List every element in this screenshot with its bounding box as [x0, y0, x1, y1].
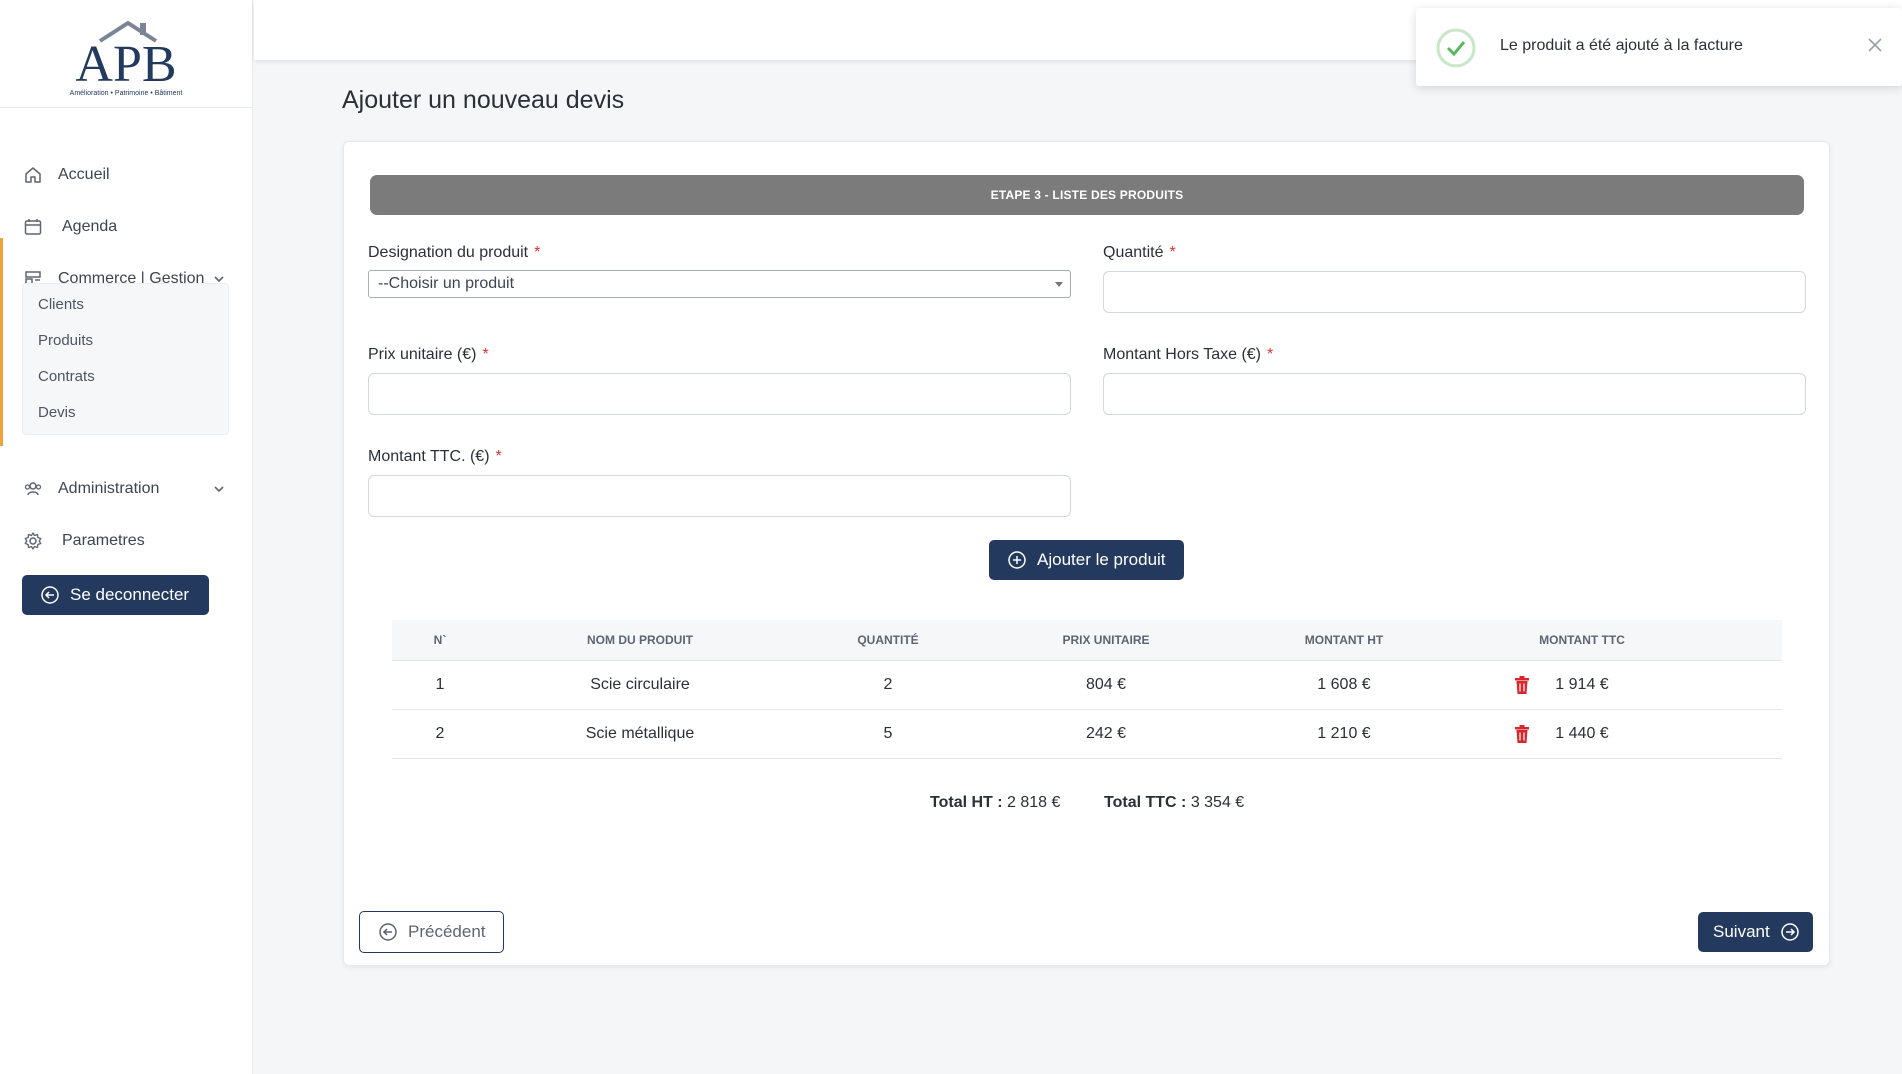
column-header: PRIX UNITAIRE: [1062, 633, 1150, 647]
cell-unit-price: 242 €: [1085, 725, 1127, 742]
prix-label: Prix unitaire (€) *: [368, 346, 489, 364]
arrow-left-circle-icon: [378, 922, 398, 942]
quantite-label-text: Quantité: [1103, 244, 1164, 261]
cell-amount-ttc: 1 440 €: [1555, 725, 1609, 742]
cell-product-name: Scie métallique: [585, 725, 695, 742]
apb-logo-icon: APB Amélioration • Patrimoine • Bâtiment: [70, 20, 183, 97]
table-header: N` NOM DU PRODUIT QUANTITÉ PRIX UNITAIRE…: [392, 620, 1782, 661]
active-section-indicator: [0, 238, 3, 446]
quantite-input[interactable]: [1103, 271, 1806, 313]
logout-button[interactable]: Se deconnecter: [22, 575, 209, 615]
sidebar-item-label: Agenda: [62, 218, 118, 235]
total-ttc-label: Total TTC :: [1104, 794, 1187, 811]
montant-ht-label: Montant Hors Taxe (€) *: [1103, 346, 1273, 364]
sidebar-item-label: Administration: [58, 480, 160, 497]
add-product-button[interactable]: Ajouter le produit: [989, 540, 1184, 580]
column-header: MONTANT TTC: [1539, 633, 1625, 647]
total-ht-value: 2 818 €: [1007, 794, 1061, 811]
trash-icon[interactable]: [1514, 676, 1530, 694]
chevron-down-icon: [212, 482, 226, 496]
submenu-item-clients[interactable]: Clients: [38, 296, 84, 313]
home-icon: [22, 164, 44, 186]
submenu-item-devis[interactable]: Devis: [38, 404, 76, 421]
designation-label-text: Designation du produit: [368, 244, 529, 261]
montant-ttc-input[interactable]: [368, 475, 1071, 517]
table-row: 2 Scie métallique 5 242 € 1 210 € 1 440 …: [392, 710, 1782, 759]
prix-unitaire-input[interactable]: [368, 373, 1071, 415]
montant-ht-input[interactable]: [1103, 373, 1806, 415]
sidebar: APB Amélioration • Patrimoine • Bâtiment…: [0, 0, 253, 1074]
toast-message: Le produit a été ajouté à la facture: [1500, 37, 1743, 54]
calendar-icon: [22, 216, 44, 238]
sidebar-item-accueil[interactable]: Accueil: [0, 155, 253, 195]
cell-quantity: 2: [883, 676, 893, 693]
trash-icon[interactable]: [1514, 725, 1530, 743]
cell-amount-ht: 1 210 €: [1317, 725, 1371, 742]
submenu-item-contrats[interactable]: Contrats: [38, 368, 95, 385]
logo-area: APB Amélioration • Patrimoine • Bâtiment: [0, 0, 252, 108]
users-icon: [22, 478, 44, 500]
add-product-label: Ajouter le produit: [1037, 550, 1166, 569]
quote-form-card: ETAPE 3 - LISTE DES PRODUITS Designation…: [343, 141, 1830, 966]
success-toast: Le produit a été ajouté à la facture: [1416, 8, 1902, 86]
caret-down-icon: [1055, 282, 1063, 287]
page-title: Ajouter un nouveau devis: [342, 86, 625, 114]
prix-label-text: Prix unitaire (€): [368, 346, 477, 363]
required-mark: *: [482, 346, 489, 363]
cell-amount-ht: 1 608 €: [1317, 676, 1371, 693]
montant-ttc-label-text: Montant TTC. (€): [368, 448, 490, 465]
cell-unit-price: 804 €: [1085, 676, 1127, 693]
required-mark: *: [1267, 346, 1274, 363]
sidebar-item-parametres[interactable]: Parametres: [0, 521, 253, 561]
svg-text:APB: APB: [75, 36, 176, 93]
column-header: MONTANT HT: [1304, 633, 1384, 647]
plus-circle-icon: [1007, 550, 1027, 570]
check-circle-icon: [1436, 28, 1476, 68]
required-mark: *: [495, 448, 502, 465]
sidebar-item-agenda[interactable]: Agenda: [0, 207, 253, 247]
montant-ht-label-text: Montant Hors Taxe (€): [1103, 346, 1261, 363]
designation-label: Designation du produit *: [368, 244, 540, 262]
cell-number: 1: [435, 676, 445, 693]
required-mark: *: [1169, 244, 1176, 261]
submenu-item-produits[interactable]: Produits: [38, 332, 93, 349]
previous-label: Précédent: [408, 922, 486, 941]
total-ttc: Total TTC : 3 354 €: [1104, 794, 1244, 812]
product-select[interactable]: --Choisir un produit: [368, 270, 1071, 298]
sidebar-item-administration[interactable]: Administration: [0, 469, 253, 509]
total-ht-label: Total HT :: [930, 794, 1003, 811]
next-label: Suivant: [1713, 922, 1770, 941]
commerce-submenu: Clients Produits Contrats Devis: [22, 283, 229, 435]
required-mark: *: [534, 244, 541, 261]
cell-amount-ttc: 1 914 €: [1555, 676, 1609, 693]
sidebar-item-label: Parametres: [62, 532, 145, 549]
svg-text:Amélioration • Patrimoine • Bâ: Amélioration • Patrimoine • Bâtiment: [70, 90, 183, 97]
total-ttc-value: 3 354 €: [1190, 794, 1245, 811]
gear-icon: [22, 530, 44, 552]
step-header: ETAPE 3 - LISTE DES PRODUITS: [370, 175, 1804, 215]
column-header: NOM DU PRODUIT: [587, 633, 693, 647]
column-header: QUANTITÉ: [857, 633, 919, 647]
logout-label: Se deconnecter: [70, 585, 190, 604]
sidebar-item-label: Accueil: [58, 166, 110, 183]
cell-product-name: Scie circulaire: [590, 676, 690, 693]
previous-button[interactable]: Précédent: [359, 911, 504, 953]
table-row: 1 Scie circulaire 2 804 € 1 608 € 1 914 …: [392, 661, 1782, 710]
product-select-value: --Choisir un produit: [378, 275, 515, 292]
cell-quantity: 5: [883, 725, 893, 742]
total-ht: Total HT : 2 818 €: [930, 794, 1060, 812]
cell-number: 2: [435, 725, 445, 742]
quantite-label: Quantité *: [1103, 244, 1176, 262]
column-header: N`: [433, 633, 447, 647]
brand-logo[interactable]: APB Amélioration • Patrimoine • Bâtiment: [56, 9, 196, 99]
montant-ttc-label: Montant TTC. (€) *: [368, 448, 502, 466]
arrow-left-circle-icon: [40, 585, 60, 605]
close-icon[interactable]: [1866, 36, 1884, 54]
next-button[interactable]: Suivant: [1698, 912, 1813, 952]
arrow-right-circle-icon: [1780, 922, 1800, 942]
